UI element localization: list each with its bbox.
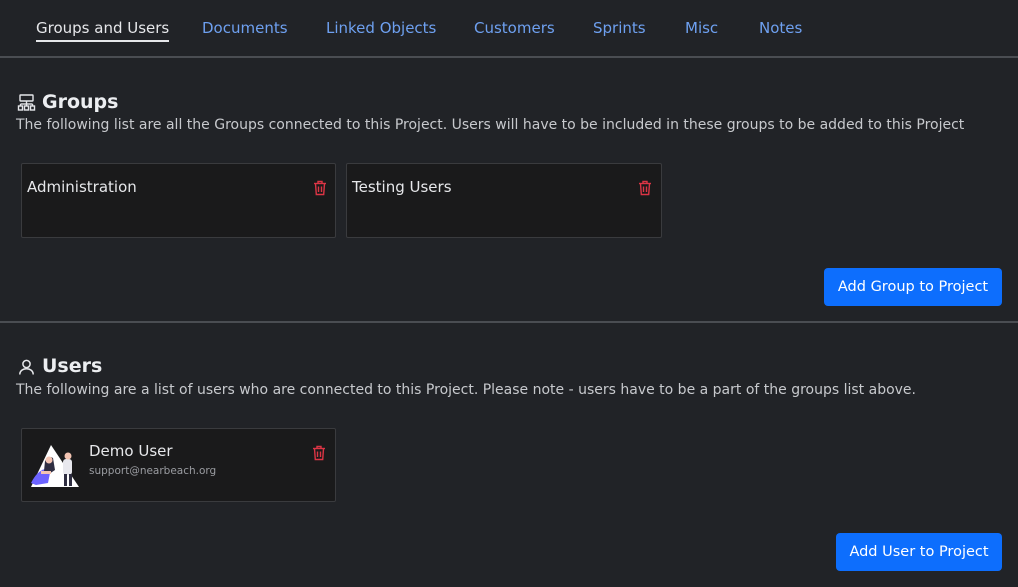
tab-linked-objects[interactable]: Linked Objects [326,18,436,38]
trash-icon[interactable] [638,180,652,196]
user-icon [17,357,36,376]
trash-icon[interactable] [312,445,326,461]
group-name: Administration [27,178,137,196]
trash-icon[interactable] [313,180,327,196]
tab-documents[interactable]: Documents [202,18,288,38]
group-name: Testing Users [352,178,452,196]
tab-customers[interactable]: Customers [474,18,555,38]
users-description: The following are a list of users who ar… [16,382,916,398]
user-card: Demo User support@nearbeach.org [21,428,336,502]
users-heading: Users [17,355,102,377]
users-title: Users [42,355,103,377]
tab-bar: Groups and Users Documents Linked Object… [0,0,1018,58]
groups-title: Groups [42,91,119,113]
group-hierarchy-icon [17,93,36,112]
user-name: Demo User [89,442,173,460]
group-card-administration: Administration [21,163,336,238]
add-user-button[interactable]: Add User to Project [836,533,1002,571]
user-email: support@nearbeach.org [89,465,217,477]
tab-sprints[interactable]: Sprints [593,18,646,38]
group-card-testing-users: Testing Users [346,163,662,238]
tab-misc[interactable]: Misc [685,18,718,38]
groups-description: The following list are all the Groups co… [16,117,965,133]
tab-notes[interactable]: Notes [759,18,802,38]
groups-heading: Groups [17,91,118,113]
add-group-button[interactable]: Add Group to Project [824,268,1002,306]
section-divider [0,321,1018,323]
tab-groups-and-users[interactable]: Groups and Users [36,18,170,42]
avatar [27,441,82,491]
